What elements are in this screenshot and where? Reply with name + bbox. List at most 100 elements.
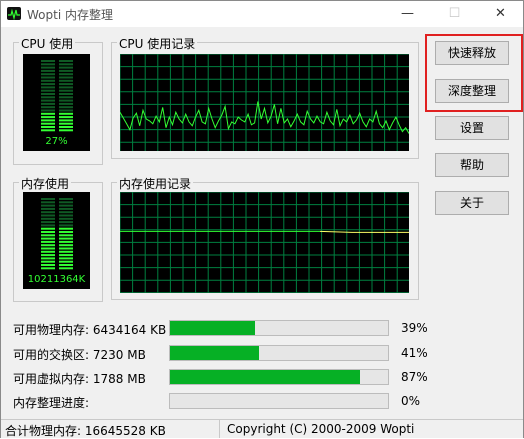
meter-segment (41, 198, 55, 200)
available-virtual-percent: 87% (401, 370, 428, 384)
meter-segment (41, 224, 55, 227)
meter-segment (41, 244, 55, 247)
meter-segment (41, 237, 55, 240)
copyright-status: Copyright (C) 2000-2009 Wopti (227, 422, 415, 436)
available-swap-fill (170, 346, 260, 360)
deep-clean-button[interactable]: 深度整理 (435, 79, 509, 103)
cpu-usage-meter: 27% (23, 54, 90, 151)
meter-segment (41, 106, 55, 109)
memory-usage-label: 内存使用 (19, 175, 72, 192)
cpu-history-graph (120, 54, 409, 151)
meter-segment (41, 73, 55, 76)
memory-history-graph (120, 192, 409, 293)
meter-segment (59, 89, 73, 92)
meter-segment (41, 79, 55, 82)
meter-segment (41, 63, 55, 66)
minimize-button[interactable]: — (385, 1, 430, 27)
meter-segment (59, 250, 73, 253)
about-button[interactable]: 关于 (435, 191, 509, 215)
meter-segment (59, 227, 73, 230)
quick-release-button[interactable]: 快速释放 (435, 41, 509, 65)
available-physical-label: 可用物理内存: 6434164 KB (13, 323, 167, 337)
meter-segment (41, 129, 55, 132)
meter-segment (59, 211, 73, 214)
meter-segment (41, 201, 55, 204)
meter-segment (59, 260, 73, 263)
meter-segment (59, 76, 73, 79)
meter-segment (59, 60, 73, 62)
status-bar: 合计物理内存: 16645528 KB Copyright (C) 2000-2… (1, 419, 523, 438)
meter-segment (41, 234, 55, 237)
meter-segment (59, 257, 73, 260)
available-swap-bar (169, 345, 389, 361)
meter-segment (59, 231, 73, 233)
available-physical-bar (169, 320, 389, 336)
cpu-percent-text: 27% (45, 136, 68, 147)
meter-segment (41, 60, 55, 62)
help-button[interactable]: 帮助 (435, 153, 509, 177)
cleanup-progress-label: 内存整理进度: (13, 396, 90, 410)
available-physical-percent: 39% (401, 321, 428, 335)
meter-segment (41, 214, 55, 217)
close-button[interactable]: ✕ (478, 1, 523, 27)
meter-segment (59, 119, 73, 122)
meter-segment (59, 106, 73, 109)
app-window: Wopti 内存整理 — ☐ ✕ CPU 使用 27% CPU 使用记录 内存使… (0, 0, 524, 438)
meter-segment (41, 264, 55, 266)
meter-segment (59, 204, 73, 207)
maximize-icon: ☐ (448, 6, 461, 21)
meter-segment (59, 254, 73, 257)
meter-segment (41, 217, 55, 220)
meter-segment (41, 93, 55, 95)
meter-segment (41, 126, 55, 128)
maximize-button[interactable]: ☐ (432, 1, 477, 27)
memory-history-plot (120, 192, 409, 293)
meter-segment (59, 198, 73, 200)
meter-segment (59, 112, 73, 115)
meter-segment (59, 73, 73, 76)
memory-value-text: 10211364K (27, 274, 86, 285)
meter-segment (41, 257, 55, 260)
meter-segment (41, 76, 55, 79)
meter-segment (59, 126, 73, 128)
meter-segment (59, 221, 73, 224)
available-virtual-label: 可用虚拟内存: 1788 MB (13, 372, 146, 386)
close-icon: ✕ (495, 6, 506, 21)
meter-segment (59, 234, 73, 237)
meter-segment (59, 99, 73, 102)
meter-segment (41, 267, 55, 270)
title-bar: Wopti 内存整理 — ☐ ✕ (1, 1, 523, 27)
meter-segment (59, 109, 73, 112)
meter-segment (41, 211, 55, 214)
meter-segment (59, 86, 73, 89)
meter-segment (41, 221, 55, 224)
meter-segment (59, 264, 73, 266)
meter-segment (59, 66, 73, 69)
meter-segment (41, 250, 55, 253)
meter-segment (59, 116, 73, 119)
meter-segment (59, 79, 73, 82)
meter-segment (41, 116, 55, 119)
meter-segment (59, 83, 73, 86)
total-memory-status: 合计物理内存: 16645528 KB (5, 424, 166, 438)
meter-segment (41, 119, 55, 122)
meter-segment (41, 69, 55, 72)
available-physical-fill (170, 321, 256, 335)
meter-segment (41, 227, 55, 230)
meter-segment (59, 214, 73, 217)
memory-history-label: 内存使用记录 (117, 175, 194, 192)
meter-segment (59, 102, 73, 105)
meter-segment (59, 240, 73, 243)
meter-segment (41, 260, 55, 263)
cleanup-progress-percent: 0% (401, 394, 421, 408)
meter-segment (41, 109, 55, 112)
available-swap-percent: 41% (401, 346, 428, 360)
cpu-usage-label: CPU 使用 (19, 35, 76, 52)
cpu-history-plot (120, 54, 409, 151)
meter-segment (59, 93, 73, 95)
available-virtual-bar (169, 369, 389, 385)
meter-segment (41, 204, 55, 207)
minimize-icon: — (401, 6, 414, 21)
cleanup-progress-bar (169, 393, 389, 409)
settings-button[interactable]: 设置 (435, 116, 509, 140)
